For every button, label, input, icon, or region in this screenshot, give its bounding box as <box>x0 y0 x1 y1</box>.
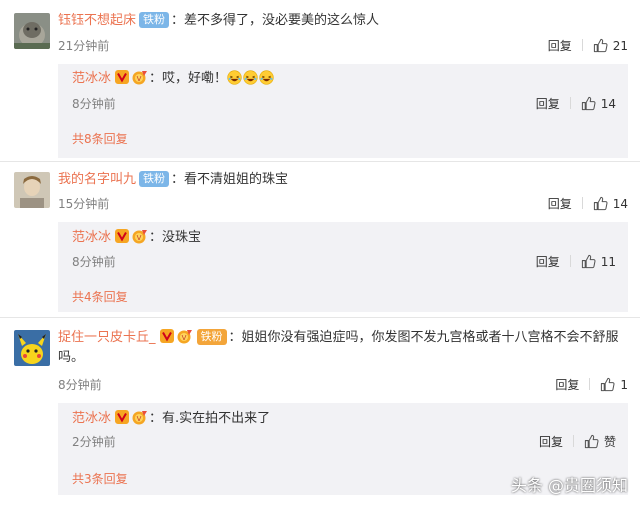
medal-icon <box>176 328 194 344</box>
avatar[interactable] <box>14 330 50 366</box>
laugh-cry-emoji-icon <box>227 70 242 85</box>
timestamp: 2分钟前 <box>72 435 116 449</box>
more-replies-bar: 共8条回复 <box>58 120 628 158</box>
like-count: 21 <box>612 39 628 53</box>
comment-text: 差不多得了，没必要美的这么惊人 <box>184 13 380 28</box>
reply-box: 范冰冰 ：没珠宝 8分钟前 回复 11 <box>58 222 628 278</box>
reply-button[interactable]: 回复 <box>536 95 560 113</box>
more-replies-link[interactable]: 共3条回复 <box>72 470 128 488</box>
laugh-cry-emoji-icon <box>259 70 274 85</box>
thumbs-up-icon <box>593 38 608 53</box>
more-replies-bar: 共4条回复 <box>58 278 628 312</box>
avatar[interactable] <box>14 13 50 49</box>
thumbs-up-icon <box>593 196 608 211</box>
reply-text: 有.实在拍不出来了 <box>162 411 271 426</box>
like-count: 14 <box>612 197 628 211</box>
timestamp: 15分钟前 <box>58 197 110 211</box>
more-replies-link[interactable]: 共4条回复 <box>72 288 128 306</box>
reply-button[interactable]: 回复 <box>548 195 572 213</box>
medal-icon <box>131 228 149 244</box>
avatar[interactable] <box>14 172 50 208</box>
timestamp: 8分钟前 <box>58 378 102 392</box>
like-button[interactable]: 21 <box>593 39 628 53</box>
comment-text: 姐姐你没有强迫症吗，你发图不发九宫格或者十八宫格不会不舒服 <box>241 330 619 345</box>
reply-text: 哎，好嘞！ <box>162 71 228 86</box>
reply-box: 范冰冰 ：有.实在拍不出来了 2分钟前 回复赞 <box>58 403 628 459</box>
timestamp: 8分钟前 <box>72 97 116 111</box>
timestamp: 21分钟前 <box>58 39 110 53</box>
medal-icon <box>131 69 149 85</box>
thumbs-up-icon <box>584 434 599 449</box>
fan-badge: 铁粉 <box>139 12 170 28</box>
reply-button[interactable]: 回复 <box>555 376 579 394</box>
like-button[interactable]: 赞 <box>584 435 616 449</box>
comment-item: 我的名字叫九 铁粉 ：看不清姐姐的珠宝 15分钟前 回复 14 范冰冰 ：没珠宝 8分钟… <box>0 162 640 318</box>
username[interactable]: 范冰冰 <box>72 411 111 426</box>
like-count: 1 <box>620 378 628 392</box>
comment-text: 看不清姐姐的珠宝 <box>184 172 289 187</box>
username[interactable]: 范冰冰 <box>72 230 111 245</box>
username[interactable]: 捉住一只皮卡丘_ <box>58 330 156 345</box>
thumbs-up-icon <box>581 254 596 269</box>
like-count: 11 <box>600 255 616 269</box>
like-button[interactable]: 14 <box>581 97 616 111</box>
comment-text-continued: 吗。 <box>58 350 85 365</box>
reply-box: 范冰冰 ：哎，好嘞！ 8分钟前 回复 14 <box>58 64 628 120</box>
verified-v-icon <box>115 410 129 424</box>
reply-text: 没珠宝 <box>162 230 202 245</box>
medal-icon <box>131 409 149 425</box>
username[interactable]: 钰钰不想起床 <box>58 13 136 28</box>
fan-badge: 铁粉 <box>196 329 227 345</box>
like-count: 赞 <box>603 435 616 449</box>
like-count: 14 <box>600 97 616 111</box>
more-replies-link[interactable]: 共8条回复 <box>72 130 128 148</box>
verified-v-icon <box>115 229 129 243</box>
like-button[interactable]: 11 <box>581 255 616 269</box>
timestamp: 8分钟前 <box>72 255 116 269</box>
comment-item: 钰钰不想起床 铁粉 ：差不多得了，没必要美的这么惊人 21分钟前 回复 21 范冰冰：… <box>0 0 640 162</box>
watermark: 头条 @贵圈须知 <box>510 476 628 495</box>
username[interactable]: 范冰冰 <box>72 71 111 86</box>
reply-button[interactable]: 回复 <box>539 433 563 451</box>
reply-button[interactable]: 回复 <box>536 253 560 271</box>
verified-v-icon <box>115 70 129 84</box>
like-button[interactable]: 1 <box>600 378 628 392</box>
fan-badge: 铁粉 <box>139 171 170 187</box>
username[interactable]: 我的名字叫九 <box>58 172 136 187</box>
reply-button[interactable]: 回复 <box>548 37 572 55</box>
thumbs-up-icon <box>581 96 596 111</box>
verified-v-icon <box>160 329 174 343</box>
thumbs-up-icon <box>600 377 615 392</box>
like-button[interactable]: 14 <box>593 197 628 211</box>
laugh-cry-emoji-icon <box>243 70 258 85</box>
